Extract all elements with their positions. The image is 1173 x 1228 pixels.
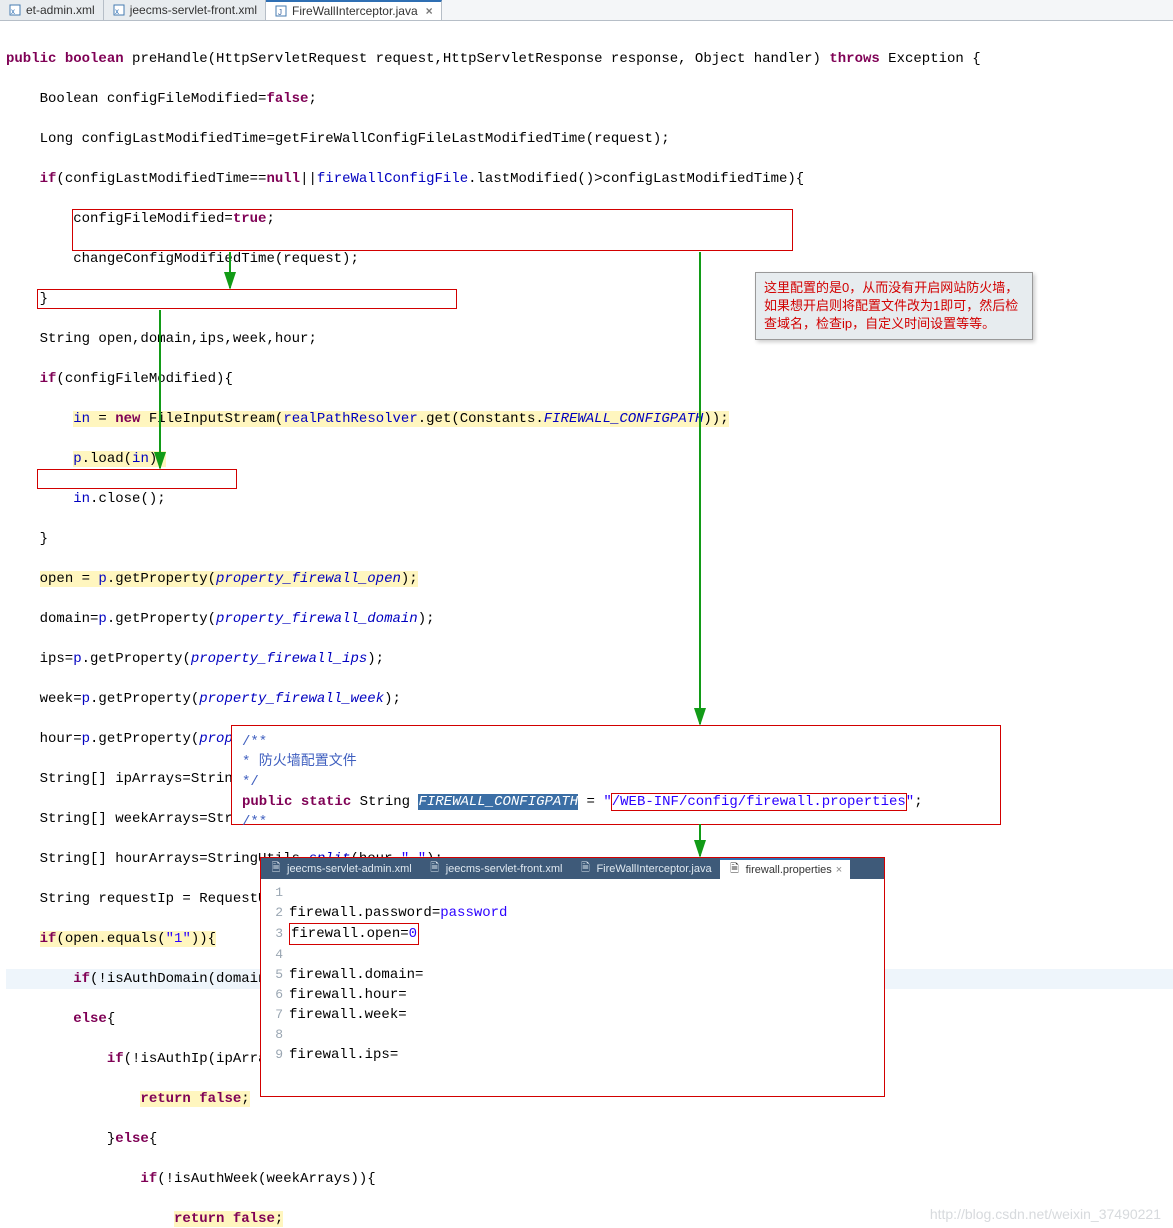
properties-file-icon: 🗎 [728,863,742,877]
tab-label: FireWallInterceptor.java [292,4,418,18]
inset-tab-admin[interactable]: 🗎jeecms-servlet-admin.xml [261,858,420,879]
inset-tab-java[interactable]: 🗎FireWallInterceptor.java [570,858,719,879]
tab-label: jeecms-servlet-front.xml [130,3,257,17]
xml-file-icon: x [8,3,22,17]
java-file-icon: J [274,4,288,18]
xml-file-icon: x [112,3,126,17]
java-file-icon: 🗎 [578,862,592,876]
annotation-callout: 这里配置的是0，从而没有开启网站防火墙，如果想开启则将配置文件改为1即可，然后检… [755,272,1033,340]
tab-admin-xml[interactable]: x et-admin.xml [0,0,104,20]
watermark: http://blog.csdn.net/weixin_37490221 [930,1206,1161,1222]
editor-tab-bar: x et-admin.xml x jeecms-servlet-front.xm… [0,0,1173,21]
inset-tab-front[interactable]: 🗎jeecms-servlet-front.xml [420,858,571,879]
inset-properties-editor: 🗎jeecms-servlet-admin.xml 🗎jeecms-servle… [260,857,885,1097]
tab-label: et-admin.xml [26,3,95,17]
svg-text:x: x [11,7,15,16]
inset-tab-bar: 🗎jeecms-servlet-admin.xml 🗎jeecms-servle… [261,858,884,879]
close-icon[interactable]: × [836,864,842,876]
tab-front-xml[interactable]: x jeecms-servlet-front.xml [104,0,266,20]
annotation-text: 这里配置的是0，从而没有开启网站防火墙，如果想开启则将配置文件改为1即可，然后检… [764,280,1018,331]
close-icon[interactable]: × [426,4,433,18]
inset-tab-props[interactable]: 🗎firewall.properties× [720,858,851,879]
xml-file-icon: 🗎 [269,862,283,876]
svg-text:J: J [278,8,282,17]
properties-content[interactable]: 1 2firewall.password=password 3firewall.… [261,879,884,1065]
tab-firewall-java[interactable]: J FireWallInterceptor.java × [266,0,442,20]
inset-config-constant: /** * 防火墙配置文件 */ public static String FI… [231,725,1001,825]
svg-text:x: x [115,7,119,16]
editor-root: x et-admin.xml x jeecms-servlet-front.xm… [0,0,1173,1228]
xml-file-icon: 🗎 [428,862,442,876]
